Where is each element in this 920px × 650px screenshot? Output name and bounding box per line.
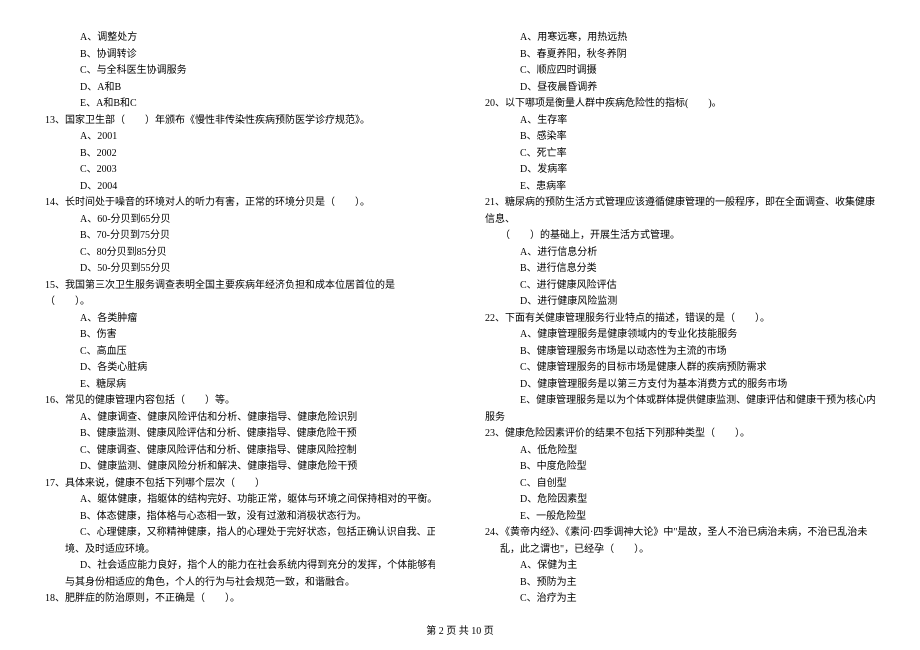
answer-option: D、A和B xyxy=(45,80,435,97)
question-text: 21、糖尿病的预防生活方式管理应该遵循健康管理的一般程序，即在全面调查、收集健康… xyxy=(485,195,875,228)
answer-option: C、治疗为主 xyxy=(485,591,875,605)
document-page: A、调整处方B、协调转诊C、与全科医生协调服务D、A和BE、A和B和C13、国家… xyxy=(45,30,875,605)
answer-option: A、2001 xyxy=(45,129,435,146)
answer-option: B、70-分贝到75分贝 xyxy=(45,228,435,245)
question-text: 17、具体来说，健康不包括下列哪个层次（ ） xyxy=(45,476,435,493)
answer-option: B、2002 xyxy=(45,146,435,163)
answer-option: C、80分贝到85分贝 xyxy=(45,245,435,262)
answer-option: B、预防为主 xyxy=(485,575,875,592)
answer-option: D、危险因素型 xyxy=(485,492,875,509)
answer-option: B、协调转诊 xyxy=(45,47,435,64)
answer-option: D、各类心脏病 xyxy=(45,360,435,377)
question-continuation: （ ）的基础上，开展生活方式管理。 xyxy=(485,228,875,245)
left-column: A、调整处方B、协调转诊C、与全科医生协调服务D、A和BE、A和B和C13、国家… xyxy=(45,30,435,605)
answer-option: B、健康管理服务市场是以动态性为主流的市场 xyxy=(485,344,875,361)
answer-option: D、社会适应能力良好，指个人的能力在社会系统内得到充分的发挥，个体能够有效地扮演 xyxy=(45,558,435,575)
answer-option: E、A和B和C xyxy=(45,96,435,113)
answer-option: D、2004 xyxy=(45,179,435,196)
question-text: 23、健康危险因素评价的结果不包括下列那种类型（ ）。 xyxy=(485,426,875,443)
answer-option: C、进行健康风险评估 xyxy=(485,278,875,295)
answer-option: B、感染率 xyxy=(485,129,875,146)
option-continuation: 与其身份相适应的角色，个人的行为与社会规范一致，和谐融合。 xyxy=(45,575,435,592)
answer-option: E、一般危险型 xyxy=(485,509,875,526)
question-text: 14、长时间处于噪音的环境对人的听力有害，正常的环境分贝是（ ）。 xyxy=(45,195,435,212)
answer-option: B、健康监测、健康风险评估和分析、健康指导、健康危险干预 xyxy=(45,426,435,443)
answer-option: A、进行信息分析 xyxy=(485,245,875,262)
question-text: 16、常见的健康管理内容包括（ ）等。 xyxy=(45,393,435,410)
question-continuation: 乱，此之谓也"，已经孕（ ）。 xyxy=(485,542,875,559)
answer-option: A、保健为主 xyxy=(485,558,875,575)
answer-option: D、健康监测、健康风险分析和解决、健康指导、健康危险干预 xyxy=(45,459,435,476)
answer-option: B、中度危险型 xyxy=(485,459,875,476)
option-continuation: 境、及时适应环境。 xyxy=(45,542,435,559)
answer-option: B、进行信息分类 xyxy=(485,261,875,278)
answer-option: B、伤害 xyxy=(45,327,435,344)
answer-option: C、死亡率 xyxy=(485,146,875,163)
answer-option: D、进行健康风险监测 xyxy=(485,294,875,311)
answer-option: B、春夏养阳，秋冬养阴 xyxy=(485,47,875,64)
answer-option: A、健康管理服务是健康领域内的专业化技能服务 xyxy=(485,327,875,344)
answer-option: D、健康管理服务是以第三方支付为基本消费方式的服务市场 xyxy=(485,377,875,394)
answer-option: C、高血压 xyxy=(45,344,435,361)
answer-option: C、健康调查、健康风险评估和分析、健康指导、健康风险控制 xyxy=(45,443,435,460)
page-footer: 第 2 页 共 10 页 xyxy=(0,624,920,641)
answer-option: E、糖尿病 xyxy=(45,377,435,394)
right-column: A、用寒远寒，用热远热B、春夏养阳，秋冬养阴C、顺应四时调摄D、昼夜晨昏调养20… xyxy=(485,30,875,605)
answer-option: A、调整处方 xyxy=(45,30,435,47)
answer-option: C、健康管理服务的目标市场是健康人群的疾病预防需求 xyxy=(485,360,875,377)
answer-option: A、躯体健康，指躯体的结构完好、功能正常，躯体与环境之间保持相对的平衡。 xyxy=(45,492,435,509)
answer-option: C、自创型 xyxy=(485,476,875,493)
answer-option: E、患病率 xyxy=(485,179,875,196)
answer-option: C、顺应四时调摄 xyxy=(485,63,875,80)
answer-option: D、发病率 xyxy=(485,162,875,179)
answer-option: B、体态健康，指体格与心态相一致，没有过激和消极状态行为。 xyxy=(45,509,435,526)
answer-option: A、生存率 xyxy=(485,113,875,130)
question-text: 15、我国第三次卫生服务调查表明全国主要疾病年经济负担和成本位居首位的是（ ）。 xyxy=(45,278,435,311)
question-text: 20、以下哪项是衡量人群中疾病危险性的指标( )。 xyxy=(485,96,875,113)
answer-option: A、各类肿瘤 xyxy=(45,311,435,328)
question-text: 18、肥胖症的防治原则，不正确是（ ）。 xyxy=(45,591,435,605)
answer-option: A、健康调查、健康风险评估和分析、健康指导、健康危险识别 xyxy=(45,410,435,427)
answer-option: D、50-分贝到55分贝 xyxy=(45,261,435,278)
answer-option: D、昼夜晨昏调养 xyxy=(485,80,875,97)
answer-option: A、低危险型 xyxy=(485,443,875,460)
answer-option: A、60-分贝到65分贝 xyxy=(45,212,435,229)
question-text: 13、国家卫生部（ ）年颁布《慢性非传染性疾病预防医学诊疗规范》。 xyxy=(45,113,435,130)
answer-option: E、健康管理服务是以为个体或群体提供健康监测、健康评估和健康干预为核心内容的专业 xyxy=(485,393,875,410)
question-text: 24、《黄帝内经》、《素问·四季调神大论》中"是故，圣人不治已病治未病，不治已乱… xyxy=(485,525,875,542)
question-text: 服务 xyxy=(485,410,875,427)
answer-option: C、心理健康，又称精神健康，指人的心理处于完好状态，包括正确认识自我、正确认识环 xyxy=(45,525,435,542)
answer-option: C、2003 xyxy=(45,162,435,179)
question-text: 22、下面有关健康管理服务行业特点的描述，错误的是（ ）。 xyxy=(485,311,875,328)
answer-option: C、与全科医生协调服务 xyxy=(45,63,435,80)
answer-option: A、用寒远寒，用热远热 xyxy=(485,30,875,47)
